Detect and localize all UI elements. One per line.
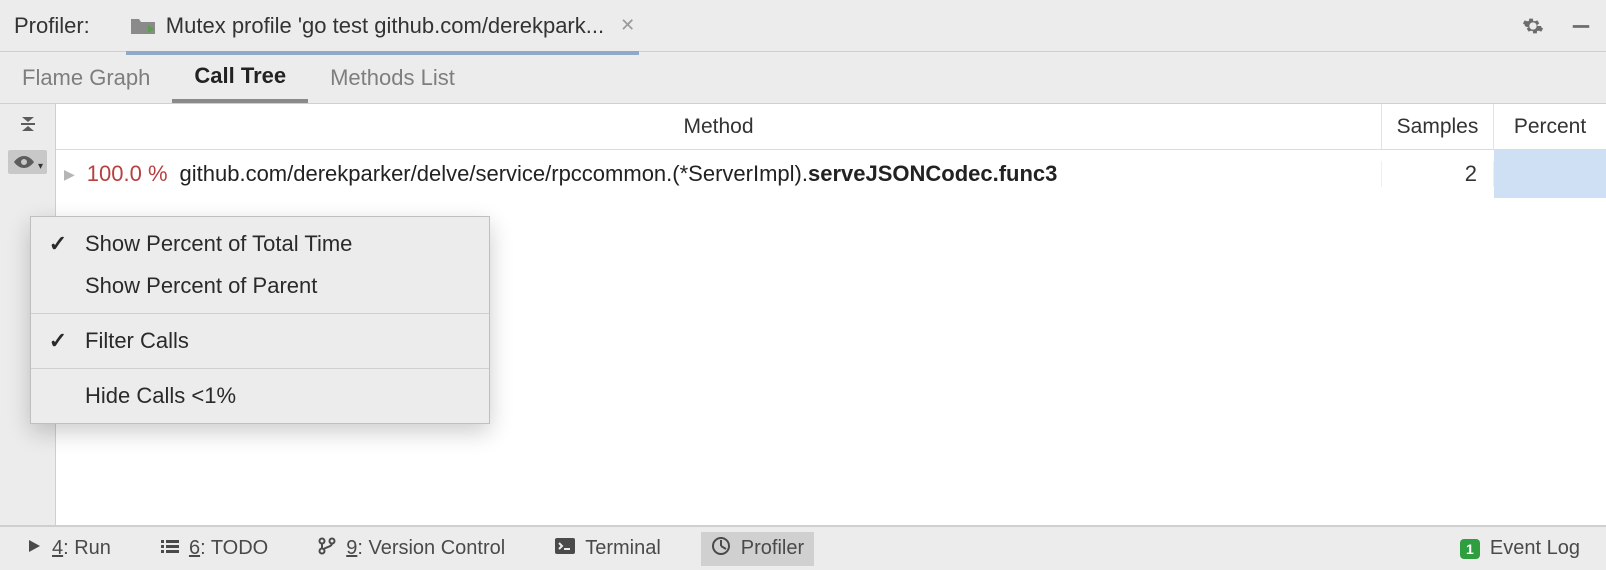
check-icon: ✓ (45, 231, 71, 257)
profiler-titlebar: Profiler: Mutex profile 'go test github.… (0, 0, 1606, 52)
expander-icon[interactable]: ▶ (64, 166, 75, 183)
profiler-icon (711, 536, 731, 562)
row-samples: 2 (1382, 161, 1494, 187)
event-log-badge: 1 (1460, 539, 1480, 559)
collapse-all-icon[interactable] (16, 112, 40, 136)
tool-terminal[interactable]: Terminal (545, 532, 671, 566)
tool-todo[interactable]: 6: TODO (151, 532, 278, 566)
row-percent: 100.0 % (87, 161, 168, 187)
menu-item-show-percent-total[interactable]: ✓ Show Percent of Total Time (31, 223, 489, 265)
tool-profiler[interactable]: Profiler (701, 532, 814, 566)
tool-version-control[interactable]: 9: Version Control (308, 532, 515, 566)
play-icon (26, 537, 42, 560)
profiler-session-title: Mutex profile 'go test github.com/derekp… (166, 13, 604, 39)
view-options-button[interactable]: ▾ (8, 150, 47, 174)
column-percent[interactable]: Percent (1494, 104, 1606, 149)
view-options-menu: ✓ Show Percent of Total Time Show Percen… (30, 216, 490, 424)
row-method: github.com/derekparker/delve/service/rpc… (180, 161, 1058, 187)
folder-run-icon (130, 16, 156, 36)
table-row[interactable]: ▶ 100.0 % github.com/derekparker/delve/s… (56, 150, 1606, 198)
minimize-icon[interactable] (1570, 15, 1592, 37)
caret-down-icon: ▾ (38, 161, 43, 172)
column-method[interactable]: Method (56, 104, 1382, 149)
tool-event-log[interactable]: 1 Event Log (1450, 532, 1590, 566)
list-icon (161, 537, 179, 560)
column-samples[interactable]: Samples (1382, 104, 1494, 149)
tool-run[interactable]: 4: Run (16, 532, 121, 566)
view-tabs: Flame Graph Call Tree Methods List (0, 52, 1606, 104)
check-icon: ✓ (45, 328, 71, 354)
close-icon[interactable]: ✕ (620, 15, 635, 36)
menu-item-hide-calls[interactable]: Hide Calls <1% (31, 375, 489, 417)
terminal-icon (555, 537, 575, 560)
tab-methods-list[interactable]: Methods List (308, 52, 477, 103)
menu-item-show-percent-parent[interactable]: Show Percent of Parent (31, 265, 489, 307)
tab-flame-graph[interactable]: Flame Graph (0, 52, 172, 103)
branch-icon (318, 537, 336, 561)
row-percent-bar (1494, 150, 1606, 198)
gear-icon[interactable] (1522, 15, 1544, 37)
table-header: Method Samples Percent (56, 104, 1606, 150)
bottom-toolbar: 4: Run 6: TODO 9: Version Control Termin… (0, 526, 1606, 570)
profiler-title-label: Profiler: (14, 13, 90, 39)
menu-item-filter-calls[interactable]: ✓ Filter Calls (31, 320, 489, 362)
tab-call-tree[interactable]: Call Tree (172, 52, 308, 103)
profiler-session-tab[interactable]: Mutex profile 'go test github.com/derekp… (130, 0, 635, 51)
